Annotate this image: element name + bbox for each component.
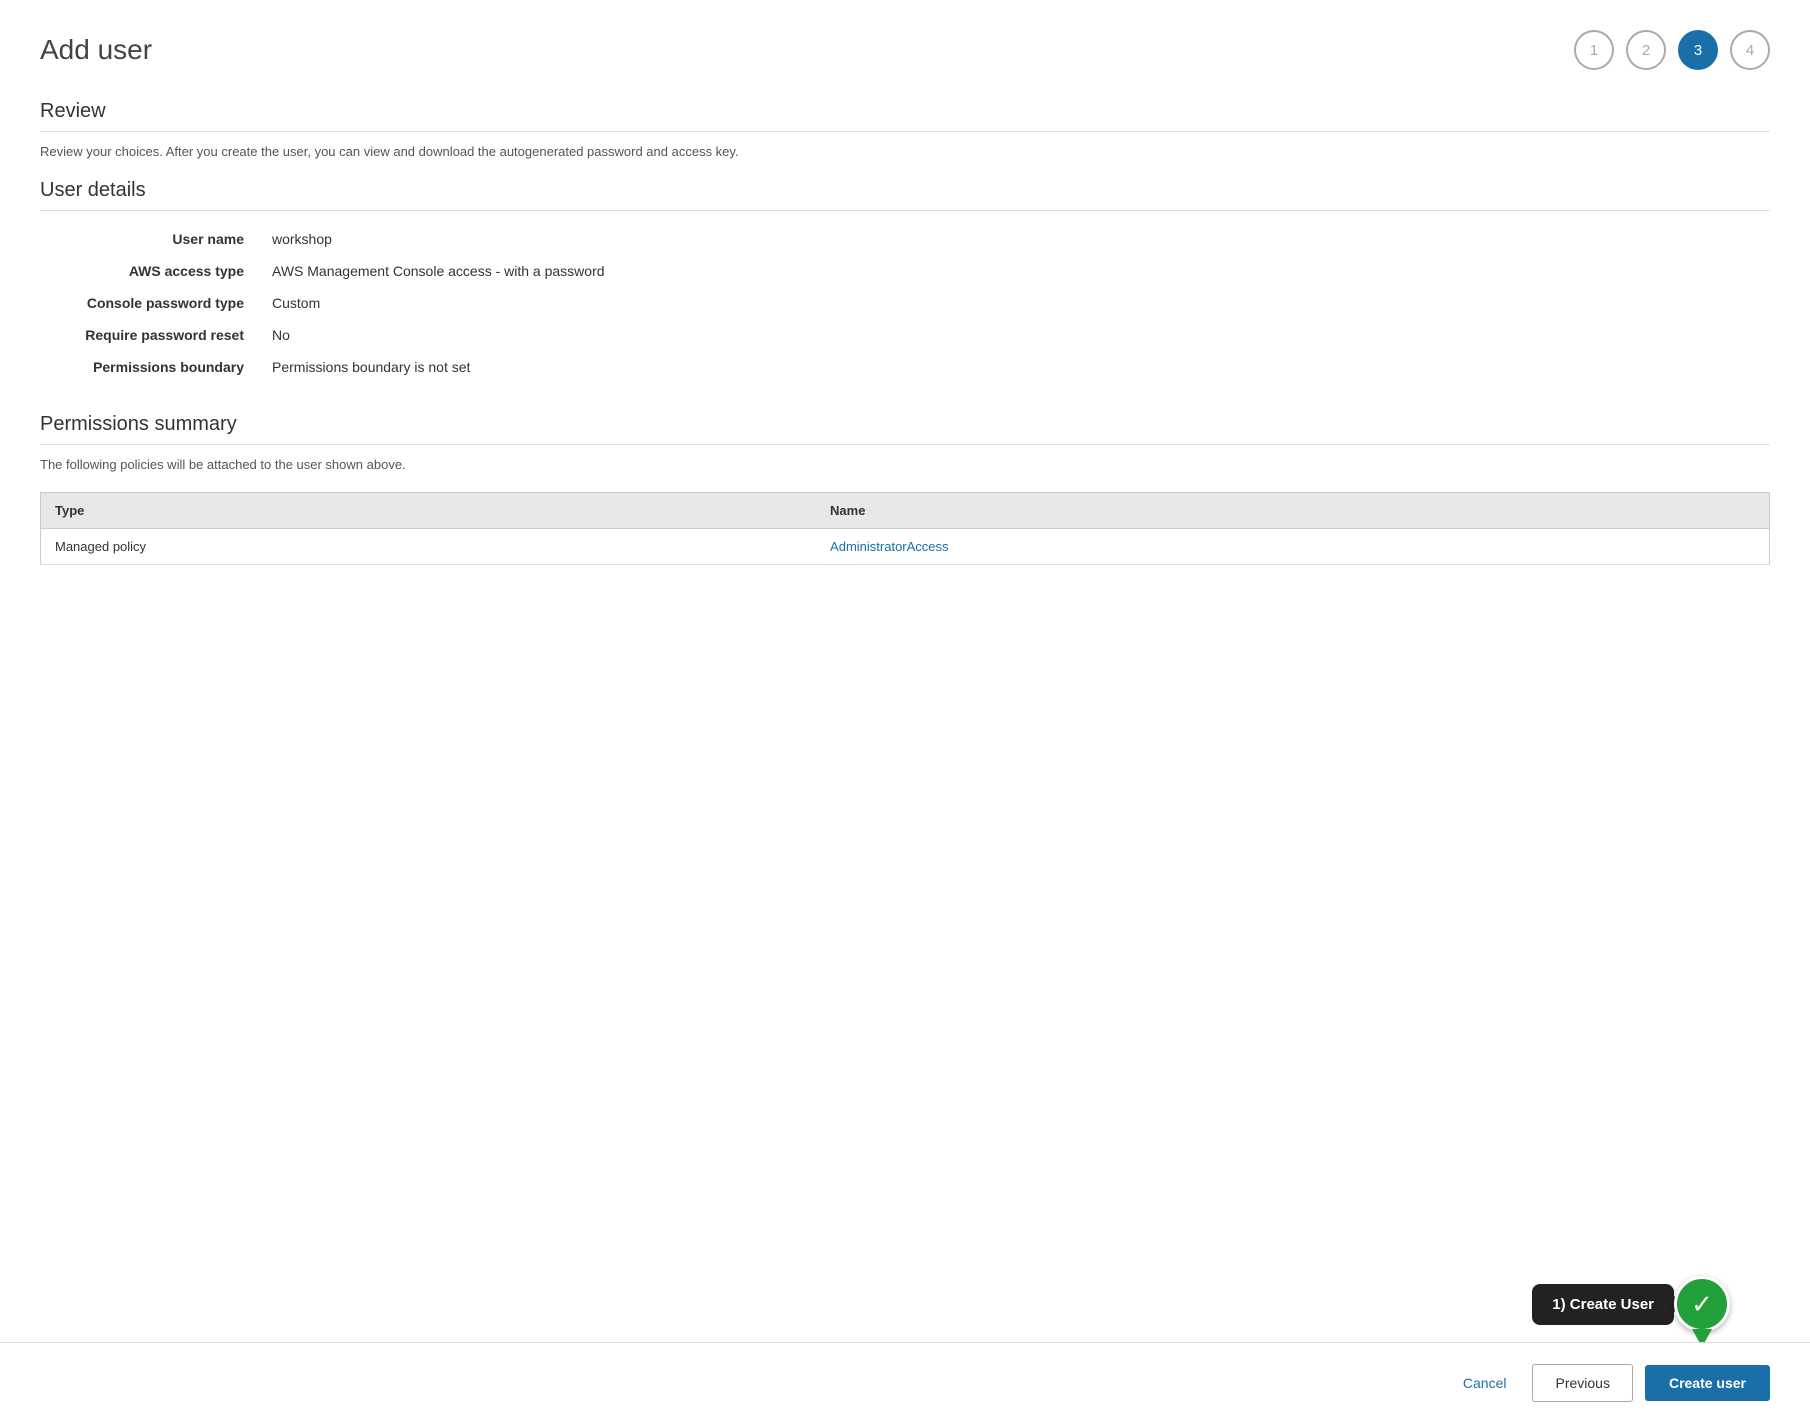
step-1[interactable]: 1 <box>1574 30 1614 70</box>
footer: Cancel Previous Create user <box>0 1342 1810 1422</box>
page-container: Add user 1 2 3 4 Review Review your choi… <box>0 0 1810 595</box>
permissions-table: Type Name Managed policy AdministratorAcc… <box>40 492 1770 565</box>
cancel-button[interactable]: Cancel <box>1449 1367 1521 1399</box>
user-detail-row: Console password typeCustom <box>40 287 1770 319</box>
permission-name[interactable]: AdministratorAccess <box>816 529 1769 565</box>
user-detail-value: Permissions boundary is not set <box>260 351 1770 383</box>
user-detail-row: Permissions boundaryPermissions boundary… <box>40 351 1770 383</box>
permissions-row: Managed policy AdministratorAccess <box>41 529 1770 565</box>
create-user-button[interactable]: Create user <box>1645 1365 1770 1401</box>
user-detail-value: AWS Management Console access - with a p… <box>260 255 1770 287</box>
check-badge: ✓ <box>1674 1276 1730 1332</box>
step-indicators: 1 2 3 4 <box>1574 30 1770 70</box>
header: Add user 1 2 3 4 <box>40 30 1770 70</box>
step-2[interactable]: 2 <box>1626 30 1666 70</box>
step-4[interactable]: 4 <box>1730 30 1770 70</box>
user-detail-label: Permissions boundary <box>40 351 260 383</box>
user-details-title: User details <box>40 179 1770 202</box>
page-title: Add user <box>40 34 152 66</box>
permissions-description: The following policies will be attached … <box>40 457 1770 472</box>
user-details-table: User nameworkshopAWS access typeAWS Mana… <box>40 223 1770 383</box>
user-detail-label: Require password reset <box>40 319 260 351</box>
check-mark-icon: ✓ <box>1691 1291 1713 1317</box>
user-detail-row: Require password resetNo <box>40 319 1770 351</box>
user-detail-label: User name <box>40 223 260 255</box>
tooltip-annotation: 1) Create User ✓ <box>1532 1276 1730 1332</box>
permission-type: Managed policy <box>41 529 817 565</box>
col-type: Type <box>41 493 817 529</box>
review-section-title: Review <box>40 100 1770 123</box>
user-detail-label: AWS access type <box>40 255 260 287</box>
user-details-divider <box>40 210 1770 211</box>
user-detail-value: workshop <box>260 223 1770 255</box>
permissions-section-title: Permissions summary <box>40 413 1770 436</box>
permission-name-link[interactable]: AdministratorAccess <box>830 539 948 554</box>
review-description: Review your choices. After you create th… <box>40 144 1770 159</box>
user-detail-label: Console password type <box>40 287 260 319</box>
tooltip-text: 1) Create User <box>1552 1296 1654 1313</box>
user-detail-value: No <box>260 319 1770 351</box>
user-detail-row: User nameworkshop <box>40 223 1770 255</box>
review-section: Review Review your choices. After you cr… <box>40 100 1770 159</box>
permissions-section: Permissions summary The following polici… <box>40 413 1770 565</box>
permissions-divider <box>40 444 1770 445</box>
step-3[interactable]: 3 <box>1678 30 1718 70</box>
user-detail-value: Custom <box>260 287 1770 319</box>
review-divider <box>40 131 1770 132</box>
tooltip-bubble: 1) Create User <box>1532 1284 1674 1325</box>
previous-button[interactable]: Previous <box>1532 1364 1632 1402</box>
col-name: Name <box>816 493 1769 529</box>
user-detail-row: AWS access typeAWS Management Console ac… <box>40 255 1770 287</box>
user-details-section: User details User nameworkshopAWS access… <box>40 179 1770 383</box>
